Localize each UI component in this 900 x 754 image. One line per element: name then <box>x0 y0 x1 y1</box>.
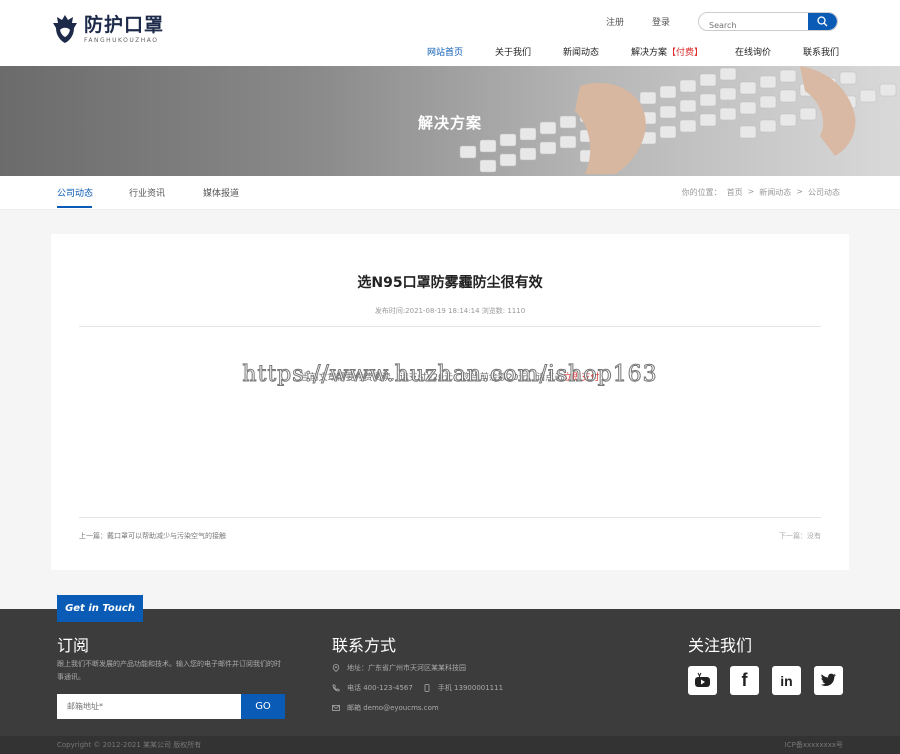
main-nav: 网站首页 关于我们 新闻动态 解决方案【付费】 在线询价 联系我们 <box>0 45 900 59</box>
banner-title: 解决方案 <box>417 114 482 132</box>
copyright-text: Copyright © 2012-2021 某某公司 版权所有 <box>57 741 202 749</box>
breadcrumb-current[interactable]: 公司动态 <box>808 187 840 198</box>
mail-icon <box>332 705 340 711</box>
contact-address: 地址：广东省广州市天河区某某科技园 <box>332 663 466 673</box>
subscribe-description: 跟上我们不断发展的产品功能和技术。输入您的电子邮件并订阅我们的时事通讯。 <box>57 660 281 681</box>
breadcrumb-separator: > <box>796 187 803 196</box>
breadcrumb: 你的位置： 首页 > 新闻动态 > 公司动态 <box>682 187 840 198</box>
subscribe-go-button[interactable]: GO <box>241 694 285 719</box>
footer: Get in Touch 订阅 跟上我们不断发展的产品功能和技术。输入您的电子邮… <box>0 595 900 754</box>
article-meta: 发布时间:2021-08-19 18:14:14 浏览数: 1110 <box>374 307 526 315</box>
location-icon <box>332 664 340 672</box>
nav-paid-badge: 【付费】 <box>667 48 704 58</box>
twitter-icon[interactable] <box>814 666 843 695</box>
nav-solutions-label: 解决方案 <box>631 48 668 58</box>
mobile-icon <box>424 684 430 692</box>
nav-news[interactable]: 新闻动态 <box>563 45 599 58</box>
tab-media-reports[interactable]: 媒体报道 <box>203 186 239 199</box>
subscribe-title: 订阅 <box>57 636 90 655</box>
nav-inquiry[interactable]: 在线询价 <box>735 45 771 58</box>
nav-about[interactable]: 关于我们 <box>495 45 531 58</box>
mobile-text: 手机 13900001111 <box>437 684 504 692</box>
get-in-touch-badge: Get in Touch <box>57 595 143 622</box>
nav-contact[interactable]: 联系我们 <box>803 45 839 58</box>
article-title: 选N95口罩防雾霾防尘很有效 <box>357 275 543 291</box>
breadcrumb-label: 你的位置： <box>681 188 722 197</box>
nav-home[interactable]: 网站首页 <box>427 45 463 58</box>
sub-navigation: 公司动态 行业资讯 媒体报道 你的位置： 首页 > 新闻动态 > 公司动态 <box>0 176 900 210</box>
logo[interactable]: 防护口罩 FANGHUKOUZHAO <box>52 14 164 44</box>
email-text: 邮箱 demo@eyoucms.com <box>347 704 439 712</box>
twitter-glyph <box>820 673 836 686</box>
youtube-glyph <box>695 672 710 687</box>
breadcrumb-home[interactable]: 首页 <box>727 187 743 198</box>
breadcrumb-separator: > <box>747 187 755 196</box>
breadcrumb-news[interactable]: 新闻动态 <box>759 187 791 198</box>
header: 防护口罩 FANGHUKOUZHAO 注册 登录 网站首页 关于我们 新闻动态 … <box>0 0 900 66</box>
search-icon <box>817 16 828 27</box>
search-box <box>698 12 838 31</box>
watermark-text: https://www.huzhan.com/ishop163 <box>242 362 658 388</box>
next-article-link[interactable]: 下一篇：没有 <box>779 531 821 541</box>
active-tab-indicator <box>57 206 92 208</box>
linkedin-icon[interactable]: in <box>772 666 801 695</box>
copyright-bar: Copyright © 2012-2021 某某公司 版权所有 ICP备xxxx… <box>0 736 900 754</box>
phone-icon <box>332 684 340 692</box>
address-text: 地址：广东省广州市天河区某某科技园 <box>347 664 466 672</box>
article-card: 选N95口罩防雾霾防尘很有效 发布时间:2021-08-19 18:14:14 … <box>51 234 849 570</box>
divider <box>79 326 821 327</box>
shield-logo-icon <box>53 15 77 43</box>
logo-subtitle: FANGHUKOUZHAO <box>84 36 159 44</box>
email-subscribe-input[interactable] <box>57 694 241 719</box>
phone-text: 电话 400-123-4567 <box>347 684 413 692</box>
search-button[interactable] <box>808 13 837 30</box>
contact-email: 邮箱 demo@eyoucms.com <box>332 703 439 713</box>
contact-phone: 电话 400-123-4567 手机 13900001111 <box>332 683 503 693</box>
tab-industry-news[interactable]: 行业资讯 <box>129 186 165 199</box>
login-link[interactable]: 登录 <box>652 15 670 28</box>
facebook-icon[interactable]: f <box>730 666 759 695</box>
register-link[interactable]: 注册 <box>606 15 624 28</box>
youtube-icon[interactable] <box>688 666 717 695</box>
prev-article-link[interactable]: 上一篇：戴口罩可以帮助减少与污染空气的接触 <box>79 531 226 541</box>
page-banner: 解决方案 <box>0 66 900 176</box>
contact-title: 联系方式 <box>332 636 397 655</box>
search-input[interactable] <box>699 17 804 30</box>
divider <box>79 517 821 518</box>
follow-title: 关注我们 <box>688 636 753 655</box>
logo-title: 防护口罩 <box>84 13 165 36</box>
tab-company-news[interactable]: 公司动态 <box>57 186 93 199</box>
nav-solutions[interactable]: 解决方案【付费】 <box>631 45 703 58</box>
icp-link[interactable]: ICP备xxxxxxxx号 <box>785 740 843 750</box>
